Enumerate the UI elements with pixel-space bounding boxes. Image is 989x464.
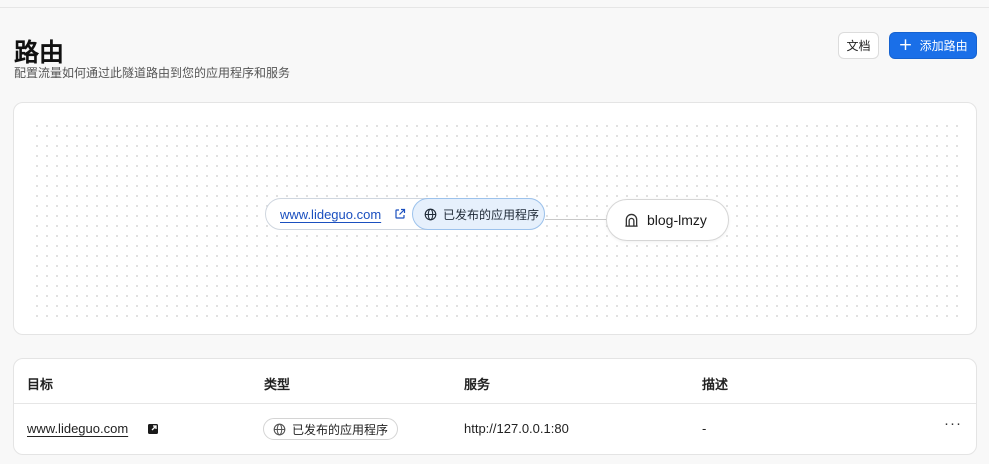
column-header-type: 类型 — [264, 378, 291, 393]
diagram-service-node[interactable]: blog-lmzy — [606, 199, 729, 241]
diagram-type-label: 已发布的应用程序 — [443, 207, 540, 222]
globe-icon — [424, 208, 437, 220]
table-row: www.lideguo.com 已发布的应用程序 http://127.0.0.… — [14, 405, 976, 454]
diagram-service-name: blog-lmzy — [647, 212, 707, 228]
tunnel-icon — [625, 213, 638, 227]
globe-icon — [273, 423, 286, 435]
row-description: - — [702, 421, 707, 436]
add-route-label: 添加路由 — [919, 39, 968, 53]
more-icon[interactable]: ··· — [944, 415, 962, 432]
column-header-target: 目标 — [27, 378, 54, 393]
column-header-description: 描述 — [702, 378, 729, 393]
add-route-button[interactable]: + 添加路由 — [889, 32, 977, 59]
plus-icon: + — [898, 34, 913, 55]
diagram-connector-line — [545, 219, 607, 220]
routes-table: 目标 类型 服务 描述 www.lideguo.com 已发布的应用程序 htt… — [13, 358, 977, 455]
route-diagram: www.lideguo.com 已发布的应用程序 blog-lmzy — [13, 102, 977, 335]
row-type-pill: 已发布的应用程序 — [263, 418, 399, 440]
page-subtitle: 配置流量如何通过此隧道路由到您的应用程序和服务 — [14, 66, 291, 80]
diagram-target-node: www.lideguo.com 已发布的应用程序 — [265, 198, 545, 230]
diagram-type-pill: 已发布的应用程序 — [412, 198, 545, 230]
docs-button[interactable]: 文档 — [838, 32, 879, 59]
row-service: http://127.0.0.1:80 — [464, 421, 569, 436]
external-link-icon[interactable] — [147, 423, 159, 435]
column-header-service: 服务 — [464, 378, 491, 393]
external-link-icon[interactable] — [394, 208, 406, 220]
row-type-label: 已发布的应用程序 — [292, 422, 389, 437]
row-target-link[interactable]: www.lideguo.com — [27, 421, 128, 436]
diagram-target-link[interactable]: www.lideguo.com — [280, 207, 381, 222]
table-header: 目标 类型 服务 描述 — [14, 359, 976, 404]
top-divider — [0, 7, 989, 8]
